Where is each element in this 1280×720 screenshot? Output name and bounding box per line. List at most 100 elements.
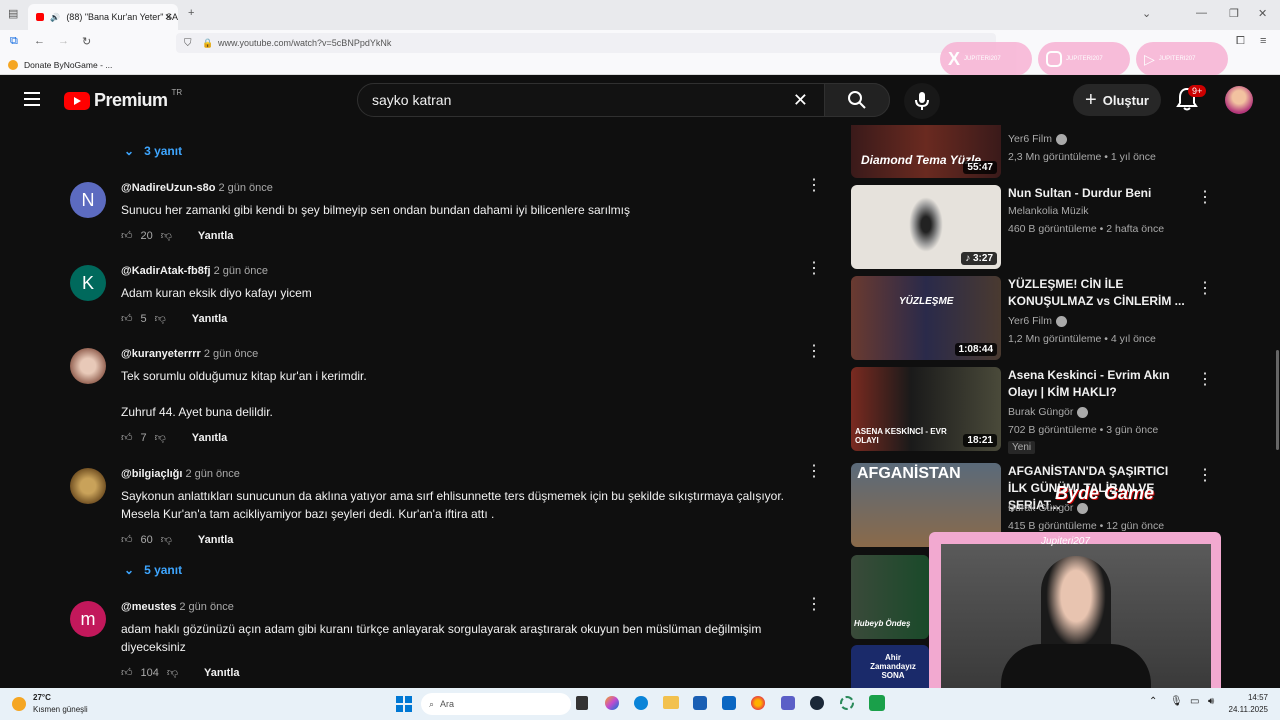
network-icon[interactable]: ▭ <box>1190 696 1199 707</box>
search-button[interactable] <box>824 82 890 117</box>
file-explorer-icon[interactable] <box>663 696 679 709</box>
weather-desc[interactable]: Kısmen güneşli <box>33 705 88 714</box>
teams-icon[interactable] <box>781 696 795 710</box>
weather-temp[interactable]: 27°C <box>33 693 51 702</box>
channel-name[interactable]: Melankolia Müzik <box>1008 205 1089 217</box>
more-options-icon[interactable]: ⋮ <box>1197 187 1213 207</box>
like-icon[interactable]: 👍︎ <box>121 312 133 325</box>
reload-icon[interactable]: ↻ <box>82 35 91 48</box>
comment-avatar[interactable]: K <box>70 265 106 301</box>
avatar[interactable] <box>1225 86 1253 114</box>
dislike-icon[interactable]: 👎︎ <box>155 312 166 325</box>
outlook-icon[interactable] <box>722 696 736 710</box>
more-options-icon[interactable]: ⋮ <box>1197 465 1213 485</box>
related-video[interactable]: ♪ 3:27 Nun Sultan - Durdur Beni Melankol… <box>851 185 1213 269</box>
channel-name[interactable]: Yer6 Film <box>1008 133 1052 145</box>
channel-name[interactable]: Yer6 Film <box>1008 315 1052 327</box>
page-scrollbar[interactable] <box>1276 350 1279 450</box>
channel-name[interactable]: Burak Güngör <box>1008 406 1073 418</box>
dislike-icon[interactable]: 👎︎ <box>161 229 172 242</box>
windows-start-icon[interactable] <box>396 696 412 712</box>
extensions-icon[interactable]: ⧠ <box>1236 35 1245 48</box>
video-thumbnail[interactable]: Hubeyb Öndeş <box>851 555 929 639</box>
comment-avatar[interactable] <box>70 468 106 504</box>
dislike-icon[interactable]: 👎︎ <box>161 533 172 546</box>
browser-tab-active[interactable]: 🔊 (88) "Bana Kur'an Yeter" SA ✕ <box>28 4 178 30</box>
app-icon[interactable] <box>869 695 885 711</box>
hamburger-menu-icon[interactable] <box>24 92 40 106</box>
forward-icon[interactable]: → <box>58 35 69 47</box>
tab-list-icon[interactable]: ▤ <box>8 7 18 20</box>
taskbar-search[interactable]: ⌕ Ara <box>421 693 571 715</box>
voice-search-button[interactable] <box>904 83 940 119</box>
notifications-button[interactable]: 9+ <box>1176 85 1207 116</box>
more-options-icon[interactable]: ⋮ <box>806 464 822 480</box>
comment-author[interactable]: @KadirAtak-fb8fj <box>121 265 211 277</box>
video-title[interactable]: Nun Sultan - Durdur Beni <box>1008 185 1188 202</box>
comment-time[interactable]: 2 gün önce <box>179 601 233 613</box>
tab-dropdown-icon[interactable]: ⌄ <box>1142 7 1151 20</box>
new-tab-icon[interactable]: + <box>188 7 194 19</box>
edge-icon[interactable] <box>634 696 648 710</box>
search-input[interactable] <box>358 84 793 116</box>
clear-search-icon[interactable]: ✕ <box>793 90 808 111</box>
close-window-icon[interactable]: ✕ <box>1258 7 1267 20</box>
related-video[interactable]: ASENA KESKİNCİ - EVR OLAYI 18:21 Asena K… <box>851 367 1213 457</box>
comment-author[interactable]: @meustes <box>121 601 176 613</box>
more-options-icon[interactable]: ⋮ <box>806 178 822 194</box>
tab-close-icon[interactable]: ✕ <box>164 12 172 23</box>
video-thumbnail[interactable]: YÜZLEŞME 1:08:44 <box>851 276 1001 360</box>
firefox-icon[interactable] <box>751 696 765 710</box>
video-thumbnail[interactable]: ASENA KESKİNCİ - EVR OLAYI 18:21 <box>851 367 1001 451</box>
video-thumbnail[interactable]: Diamond Tema Yüzle 55:47 <box>851 125 1001 178</box>
more-options-icon[interactable]: ⋮ <box>806 261 822 277</box>
task-view-icon[interactable] <box>576 696 588 710</box>
reply-button[interactable]: Yanıtla <box>192 432 227 444</box>
related-video[interactable]: Diamond Tema Yüzle 55:47 Yer6 Film 2,3 M… <box>851 125 1211 178</box>
more-options-icon[interactable]: ⋮ <box>806 597 822 613</box>
clock-time[interactable]: 14:57 <box>1228 693 1268 702</box>
steam-icon[interactable] <box>810 696 824 710</box>
related-video[interactable]: YÜZLEŞME 1:08:44 YÜZLEŞME! CİN İLE KONUŞ… <box>851 276 1213 360</box>
like-icon[interactable]: 👍︎ <box>121 666 133 679</box>
more-options-icon[interactable]: ⋮ <box>1197 278 1213 298</box>
volume-icon[interactable]: 🔊︎ <box>1208 696 1214 707</box>
create-button[interactable]: + Oluştur <box>1073 84 1161 116</box>
menu-icon[interactable]: ≡ <box>1260 35 1266 47</box>
video-title[interactable]: YÜZLEŞME! CİN İLE KONUŞULMAZ vs CİNLERİM… <box>1008 276 1188 310</box>
reply-button[interactable]: Yanıtla <box>192 313 227 325</box>
youtube-logo[interactable]: Premium TR <box>64 88 182 111</box>
back-icon[interactable]: ← <box>34 35 45 47</box>
settings-app-icon[interactable] <box>840 696 854 710</box>
comment-author[interactable]: @bilgiaçlığı <box>121 468 182 480</box>
comment-author[interactable]: @kuranyeterrrr <box>121 348 201 360</box>
more-options-icon[interactable]: ⋮ <box>806 344 822 360</box>
url-field[interactable]: ⛉ 🔒 www.youtube.com/watch?v=5cBNPpdYkNk <box>176 33 996 53</box>
sidebar-toggle-icon[interactable]: ⧉ <box>10 35 18 48</box>
more-options-icon[interactable]: ⋮ <box>1197 369 1213 389</box>
reply-button[interactable]: Yanıtla <box>204 667 239 679</box>
video-thumbnail[interactable]: Ahir Zamandayız SONA <box>851 645 929 688</box>
minimize-icon[interactable]: — <box>1196 7 1207 19</box>
dislike-icon[interactable]: 👎︎ <box>155 431 166 444</box>
copilot-icon[interactable] <box>605 696 619 710</box>
dislike-icon[interactable]: 👎︎ <box>167 666 178 679</box>
video-thumbnail[interactable]: ♪ 3:27 <box>851 185 1001 269</box>
tray-chevron-icon[interactable]: ⌃ <box>1149 696 1157 707</box>
like-icon[interactable]: 👍︎ <box>121 431 133 444</box>
microphone-tray-icon[interactable]: 🎙︎ <box>1170 696 1183 707</box>
store-icon[interactable] <box>693 696 707 710</box>
comment-time[interactable]: 2 gün önce <box>185 468 239 480</box>
replies-toggle-2[interactable]: ⌄ 5 yanıt <box>124 563 182 577</box>
bookmark-item[interactable]: Donate ByNoGame - ... <box>24 60 112 70</box>
reply-button[interactable]: Yanıtla <box>198 534 233 546</box>
comment-avatar[interactable] <box>70 348 106 384</box>
reply-button[interactable]: Yanıtla <box>198 230 233 242</box>
comment-time[interactable]: 2 gün önce <box>218 182 272 194</box>
comment-author[interactable]: @NadireUzun-s8o <box>121 182 215 194</box>
like-icon[interactable]: 👍︎ <box>121 229 133 242</box>
comment-time[interactable]: 2 gün önce <box>204 348 258 360</box>
comment-avatar[interactable]: m <box>70 601 106 637</box>
video-title[interactable]: Asena Keskinci - Evrim Akın Olayı | KİM … <box>1008 367 1188 401</box>
clock-date[interactable]: 24.11.2025 <box>1222 705 1268 714</box>
